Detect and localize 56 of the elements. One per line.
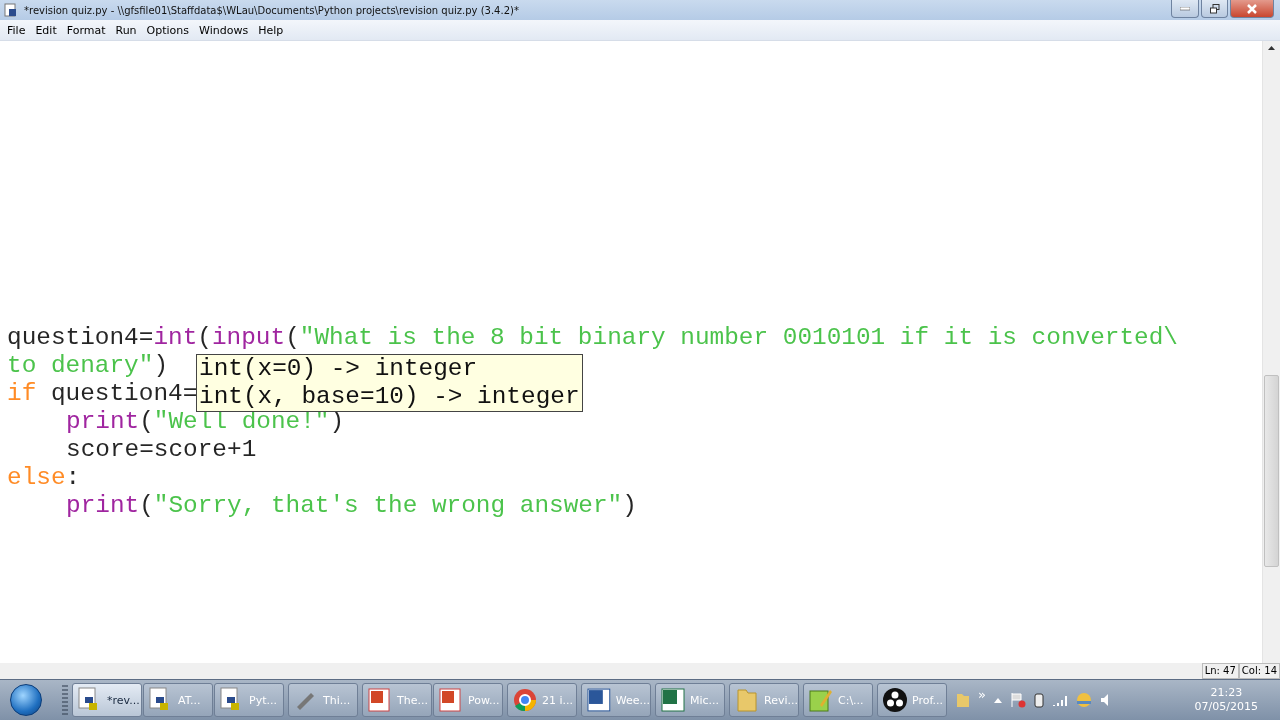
code-line: if question4=	[7, 380, 198, 408]
menu-item[interactable]: Windows	[194, 23, 254, 37]
taskbar-button[interactable]: C:\...	[803, 683, 873, 717]
powerpoint-icon	[438, 687, 464, 713]
start-button[interactable]	[10, 684, 42, 716]
taskbar-button[interactable]: Mic...	[655, 683, 725, 717]
battery-icon[interactable]	[1033, 692, 1044, 708]
speaker-icon[interactable]	[1099, 693, 1110, 707]
status-text: Ln: 47	[1201, 663, 1239, 679]
calltip-line: int(x=0) -> integer	[199, 355, 479, 383]
weather-icon[interactable]	[1075, 692, 1092, 708]
scroll-thumb[interactable]	[1264, 375, 1279, 567]
close-button[interactable]	[1230, 0, 1274, 18]
excel-icon	[660, 687, 686, 713]
taskbar-button[interactable]: *rev...	[72, 683, 142, 717]
taskbar-button[interactable]: Pow...	[433, 683, 503, 717]
python-file-icon	[4, 3, 18, 17]
flag-icon[interactable]	[1009, 692, 1026, 708]
menu-item[interactable]: File	[2, 23, 31, 37]
status-text: Col: 14	[1238, 663, 1280, 679]
word-icon	[586, 687, 612, 713]
close-icon	[1247, 3, 1257, 14]
signal-icon[interactable]	[1051, 694, 1068, 706]
menu-item[interactable]: Help	[253, 23, 289, 37]
folder-icon[interactable]	[956, 692, 970, 708]
up-arrow-icon[interactable]	[993, 697, 1002, 703]
up-arrow-icon	[1268, 46, 1275, 50]
notepad-icon	[808, 687, 834, 713]
menu-item[interactable]: Format	[61, 23, 111, 37]
taskbar-button[interactable]: AT...	[143, 683, 213, 717]
restore-button[interactable]	[1201, 0, 1228, 18]
obs-icon	[882, 687, 908, 713]
code-line: print("Sorry, that's the wrong answer")	[65, 492, 637, 520]
code-line: else:	[7, 464, 81, 492]
code-line: question4=int(input("What is the 8 bit binary number 0010101 if it is converted\	[7, 324, 1178, 352]
taskbar-button[interactable]: Prof...	[877, 683, 947, 717]
taskbar-button[interactable]: Revi...	[729, 683, 799, 717]
powerpoint-icon	[367, 687, 393, 713]
minimize-icon	[1180, 6, 1190, 11]
calltip-line: int(x, base=10) -> integer	[199, 383, 580, 410]
taskbar-button[interactable]: 21 i...	[507, 683, 577, 717]
taskbar-button[interactable]: Wee...	[581, 683, 651, 717]
menu-item[interactable]: Options	[141, 23, 195, 37]
taskbar-button[interactable]: The...	[362, 683, 432, 717]
taskbar-button[interactable]: Pyt...	[214, 683, 284, 717]
code-line: to denary")	[7, 352, 168, 380]
restore-icon	[1209, 3, 1220, 14]
clock[interactable]: 21:23 07/05/2015	[1194, 686, 1258, 714]
menu-item[interactable]: Run	[110, 23, 142, 37]
window-title: *revision quiz.py - \\gfsfile01\Staffdata$\WLau\Documents\Python projects\revision quiz.py (3.4.2)*	[24, 4, 520, 16]
folder-icon	[734, 687, 760, 713]
taskbar-button[interactable]: Thi...	[288, 683, 358, 717]
code-line: score=score+1	[65, 436, 257, 464]
chrome-icon	[512, 687, 538, 713]
tray-expand[interactable]: »	[978, 686, 986, 702]
menu-item[interactable]: Edit	[30, 23, 62, 37]
